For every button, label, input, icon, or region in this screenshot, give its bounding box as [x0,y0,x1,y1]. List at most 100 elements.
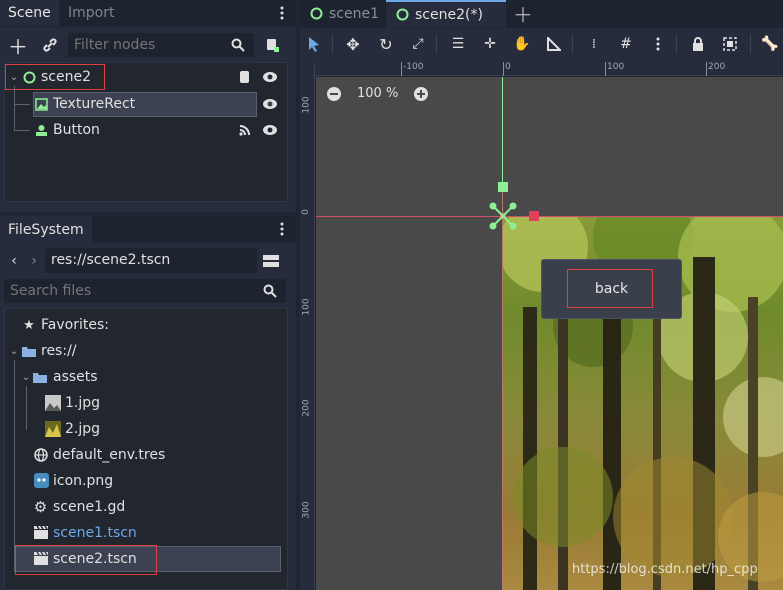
ruler-label-v: 0 [300,209,311,215]
x-axis-guide [316,216,783,217]
filesystem-menu-icon[interactable] [276,220,288,238]
history-back-icon[interactable]: ‹ [8,251,20,271]
ruler-label-h: 100 [607,62,625,72]
ruler-label-h: -100 [403,62,424,72]
node-button-label[interactable]: Button [53,118,100,142]
filter-nodes-input[interactable] [68,33,254,57]
select-tool-icon[interactable] [304,34,324,54]
folder-icon [33,371,47,383]
grid-snap-icon[interactable]: # [616,34,636,54]
visibility-eye-icon[interactable] [261,96,279,112]
signal-icon[interactable] [237,122,253,138]
bone-tool-icon[interactable]: 🦴 [760,34,780,54]
visibility-eye-icon[interactable] [261,69,279,85]
tree-guide-branch [14,130,30,131]
clapper-icon [33,525,48,540]
more-options-icon[interactable] [648,34,668,54]
search-icon [262,282,278,300]
tab-scene2-label: scene2(*) [415,6,483,23]
node-texturerect-label[interactable]: TextureRect [53,92,135,116]
ruler-label-v: 300 [301,501,312,519]
pan-tool-icon[interactable]: ✋ [512,34,532,54]
ruler-tick [706,62,707,76]
texture-rect-icon [34,97,48,111]
file-icon-png-label[interactable]: icon.png [53,469,113,493]
canvas-toolbar [300,28,783,62]
search-files-input[interactable] [4,279,286,303]
ruler-tick [605,62,606,76]
zoom-out-icon[interactable] [325,85,343,103]
ruler-label-v: 100 [301,96,312,114]
selection-highlight-scene2 [5,64,105,90]
anchor-x-handle[interactable] [529,211,539,221]
tab-scene[interactable]: Scene [0,0,59,26]
ruler-label-h: 0 [505,62,511,72]
add-tab-icon[interactable]: ＋ [512,2,534,27]
tab-scene2[interactable]: scene2(*) [386,0,506,27]
ruler-tick [503,62,504,76]
list-select-icon[interactable]: ☰ [448,34,468,54]
tree-guide-line [14,360,15,560]
folder-res-label[interactable]: res:// [41,339,77,363]
node2d-icon [396,8,409,21]
folder-icon [22,345,36,357]
tree-guide-branch [14,104,30,105]
path-field-value: res://scene2.tscn [51,252,171,268]
anchor-vertical-line [502,77,503,187]
zoom-level[interactable]: 100 % [357,86,398,101]
ruler-label-v: 200 [301,399,312,417]
file-scene1-gd-label[interactable]: scene1.gd [53,495,125,519]
lock-icon[interactable] [688,34,708,54]
image-thumb-icon [44,394,62,412]
link-icon[interactable] [40,34,60,56]
ruler-tick [401,62,402,76]
watermark-text: https://blog.csdn.net/hp_cpp [572,562,758,577]
history-forward-icon[interactable]: › [28,251,40,271]
add-node-icon[interactable]: ＋ [8,34,28,59]
godot-icon [33,472,49,488]
selection-highlight-back [567,269,653,308]
tab-scene1[interactable]: scene1 [300,0,382,27]
collapse-arrow-icon[interactable]: ⌄ [8,343,20,359]
scale-tool-icon[interactable]: ⤢ [408,34,428,54]
star-icon: ★ [23,317,35,333]
selection-highlight-scene2-tscn [15,545,157,575]
visibility-eye-icon[interactable] [261,122,279,138]
path-field[interactable]: res://scene2.tscn [45,248,257,273]
group-icon[interactable] [720,34,740,54]
attach-script-icon[interactable] [262,34,282,56]
collapse-arrow-icon[interactable]: ⌄ [20,369,32,385]
image-thumb-icon [44,420,62,438]
snap-icon[interactable]: ⁞ [584,34,604,54]
search-files-field[interactable] [4,279,254,303]
anchor-y-handle[interactable] [498,182,508,192]
script-icon[interactable] [237,69,253,85]
file-default-env-label[interactable]: default_env.tres [53,443,165,467]
globe-icon [33,447,48,462]
filter-nodes-field[interactable] [68,33,228,57]
gear-icon: ⚙ [33,497,48,516]
pivot-tool-icon[interactable]: ✛ [480,34,500,54]
split-mode-icon[interactable] [262,251,280,271]
scene-dock-menu-icon[interactable] [276,4,288,22]
file-scene1-tscn-label[interactable]: scene1.tscn [53,521,137,545]
node2d-icon [310,7,323,20]
button-icon [34,123,48,137]
ruler-label-h: 200 [708,62,726,72]
tab-scene1-label: scene1 [329,5,379,22]
tab-filesystem[interactable]: FileSystem [0,216,92,243]
rotate-tool-icon[interactable]: ↻ [376,34,396,54]
tree-guide-line [26,386,27,430]
search-icon [230,36,246,54]
tab-import[interactable]: Import [60,0,122,26]
ruler-label-v: 100 [301,298,312,316]
tree-guide-line [14,86,15,130]
favorites-label[interactable]: Favorites: [41,313,109,337]
folder-assets-label[interactable]: assets [53,365,98,389]
anchor-flower-icon[interactable] [487,200,519,232]
ruler-tool-icon[interactable] [544,34,564,54]
file-2jpg-label[interactable]: 2.jpg [65,417,100,441]
move-tool-icon[interactable]: ✥ [342,34,364,54]
zoom-in-icon[interactable] [412,85,430,103]
file-1jpg-label[interactable]: 1.jpg [65,391,100,415]
